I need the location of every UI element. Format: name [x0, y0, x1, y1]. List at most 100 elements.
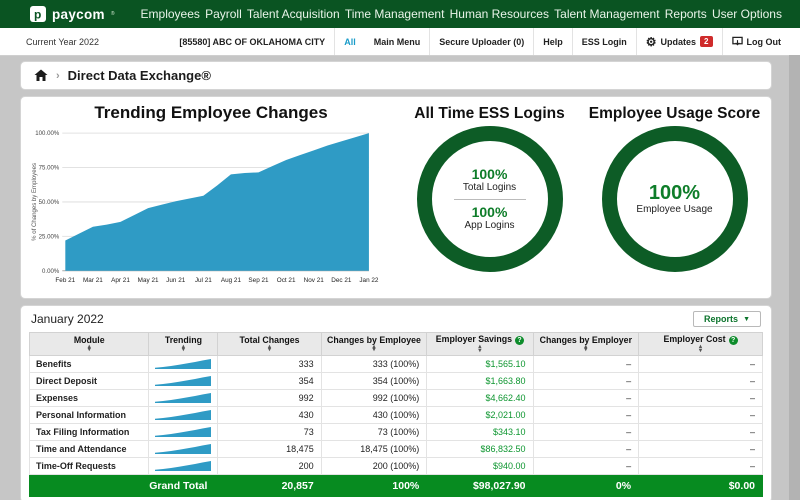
home-icon[interactable]	[34, 69, 48, 82]
table-row[interactable]: Personal Information430430 (100%)$2,021.…	[30, 407, 763, 424]
employer-savings-cell: $86,832.50	[427, 441, 533, 458]
grand-total-row: Grand Total20,857100%$98,027.900%$0.00	[30, 475, 763, 497]
logout-icon	[732, 36, 743, 47]
module-cell: Direct Deposit	[30, 373, 149, 390]
page-scrollbar[interactable]	[789, 55, 800, 500]
column-label: Changes by Employer	[540, 335, 632, 345]
gear-icon: ⚙	[646, 37, 657, 47]
svg-text:Jan 22: Jan 22	[359, 277, 379, 284]
changes-by-employee-cell: 333 (100%)	[321, 356, 427, 373]
table-header-row: Module▴▾Trending▴▾Total Changes▴▾Changes…	[30, 333, 763, 356]
sort-icon[interactable]: ▴▾	[641, 345, 760, 353]
nav-item-user-options[interactable]: User Options	[712, 7, 782, 21]
reports-dropdown-button[interactable]: Reports ▼	[693, 311, 761, 327]
table-row[interactable]: Time and Attendance18,47518,475 (100%)$8…	[30, 441, 763, 458]
updates-count-badge: 2	[700, 36, 712, 47]
brand-text: paycom	[52, 7, 105, 22]
svg-text:May 21: May 21	[138, 277, 159, 284]
employee-usage-percent: 100%	[649, 183, 700, 204]
nav-item-payroll[interactable]: Payroll	[205, 7, 242, 21]
company-selector[interactable]: [85580] ABC OF OKLAHOMA CITY	[170, 28, 334, 55]
nav-item-talent-management[interactable]: Talent Management	[554, 7, 659, 21]
svg-text:100.00%: 100.00%	[35, 131, 60, 137]
total-logins-label: Total Logins	[463, 182, 516, 194]
module-cell: Time and Attendance	[30, 441, 149, 458]
grand-total-cost: $0.00	[639, 475, 763, 497]
table-row[interactable]: Expenses992992 (100%)$4,662.40––	[30, 390, 763, 407]
column-header-changes-by-employee[interactable]: Changes by Employee▴▾	[321, 333, 427, 356]
utility-link-help[interactable]: Help	[533, 28, 572, 55]
column-header-total-changes[interactable]: Total Changes▴▾	[218, 333, 321, 356]
changes-by-employee-cell: 992 (100%)	[321, 390, 427, 407]
period-label: January 2022	[31, 312, 104, 326]
app-logins-label: App Logins	[464, 220, 514, 232]
total-changes-cell: 430	[218, 407, 321, 424]
svg-text:Sep 21: Sep 21	[248, 277, 269, 284]
nav-item-time-management[interactable]: Time Management	[345, 7, 445, 21]
dashboard-charts-panel: Trending Employee Changes 0.00%25.00%50.…	[20, 96, 772, 299]
column-label: Employer Cost	[663, 334, 725, 344]
trending-cell	[149, 390, 218, 407]
trending-cell	[149, 441, 218, 458]
column-header-employer-cost[interactable]: Employer Cost?▴▾	[639, 333, 763, 356]
sort-icon[interactable]: ▴▾	[220, 345, 318, 353]
ess-logins-title: All Time ESS Logins	[397, 105, 582, 123]
sort-icon[interactable]: ▴▾	[536, 345, 637, 353]
module-table: Module▴▾Trending▴▾Total Changes▴▾Changes…	[29, 332, 763, 497]
all-link[interactable]: All	[334, 28, 365, 55]
svg-text:% of Changes by Employees: % of Changes by Employees	[32, 163, 38, 241]
sort-icon[interactable]: ▴▾	[429, 345, 530, 353]
table-row[interactable]: Time-Off Requests200200 (100%)$940.00––	[30, 458, 763, 475]
total-changes-cell: 18,475	[218, 441, 321, 458]
total-changes-cell: 354	[218, 373, 321, 390]
column-header-module[interactable]: Module▴▾	[30, 333, 149, 356]
table-row[interactable]: Benefits333333 (100%)$1,565.10––	[30, 356, 763, 373]
current-year-label: Current Year 2022	[26, 37, 99, 47]
trend-sparkline	[155, 391, 211, 404]
ess-logins-donut: 100% Total Logins 100% App Logins	[417, 126, 563, 272]
updates-label: Updates	[661, 37, 697, 47]
column-header-trending[interactable]: Trending▴▾	[149, 333, 218, 356]
sort-icon[interactable]: ▴▾	[324, 345, 425, 353]
column-header-changes-by-employer[interactable]: Changes by Employer▴▾	[533, 333, 639, 356]
column-label: Changes by Employee	[327, 335, 421, 345]
updates-button[interactable]: ⚙ Updates 2	[636, 28, 722, 55]
sort-icon[interactable]: ▴▾	[32, 345, 146, 353]
svg-text:Mar 21: Mar 21	[83, 277, 103, 284]
table-row[interactable]: Direct Deposit354354 (100%)$1,663.80––	[30, 373, 763, 390]
sort-icon[interactable]: ▴▾	[151, 345, 215, 353]
info-icon[interactable]: ?	[729, 336, 738, 345]
utility-link-ess-login[interactable]: ESS Login	[572, 28, 636, 55]
table-body: Benefits333333 (100%)$1,565.10––Direct D…	[30, 356, 763, 475]
employer-savings-cell: $2,021.00	[427, 407, 533, 424]
employer-savings-cell: $1,565.10	[427, 356, 533, 373]
svg-text:Apr 21: Apr 21	[111, 277, 130, 284]
reports-button-label: Reports	[704, 314, 738, 324]
employer-cost-cell: –	[639, 441, 763, 458]
info-icon[interactable]: ?	[515, 336, 524, 345]
nav-item-talent-acquisition[interactable]: Talent Acquisition	[247, 7, 340, 21]
trend-sparkline	[155, 425, 211, 438]
column-header-employer-savings[interactable]: Employer Savings?▴▾	[427, 333, 533, 356]
paycom-logo-icon: p	[30, 6, 46, 22]
grand-total-changes: 20,857	[218, 475, 321, 497]
trend-sparkline	[155, 459, 211, 472]
changes-by-employer-cell: –	[533, 356, 639, 373]
changes-by-employer-cell: –	[533, 441, 639, 458]
utility-link-main-menu[interactable]: Main Menu	[365, 28, 430, 55]
svg-text:Oct 21: Oct 21	[277, 277, 296, 284]
logout-button[interactable]: Log Out	[722, 28, 791, 55]
module-cell: Expenses	[30, 390, 149, 407]
nav-item-human-resources[interactable]: Human Resources	[450, 7, 549, 21]
employer-savings-cell: $343.10	[427, 424, 533, 441]
trending-cell	[149, 458, 218, 475]
table-row[interactable]: Tax Filing Information7373 (100%)$343.10…	[30, 424, 763, 441]
module-cell: Time-Off Requests	[30, 458, 149, 475]
employer-cost-cell: –	[639, 390, 763, 407]
utility-link-secure-uploader-0[interactable]: Secure Uploader (0)	[429, 28, 533, 55]
nav-item-employees[interactable]: Employees	[141, 7, 200, 21]
paycom-logo[interactable]: p paycom ®	[30, 6, 115, 22]
chevron-down-icon: ▼	[743, 316, 750, 323]
nav-item-reports[interactable]: Reports	[665, 7, 707, 21]
breadcrumb: › Direct Data Exchange®	[20, 61, 772, 90]
